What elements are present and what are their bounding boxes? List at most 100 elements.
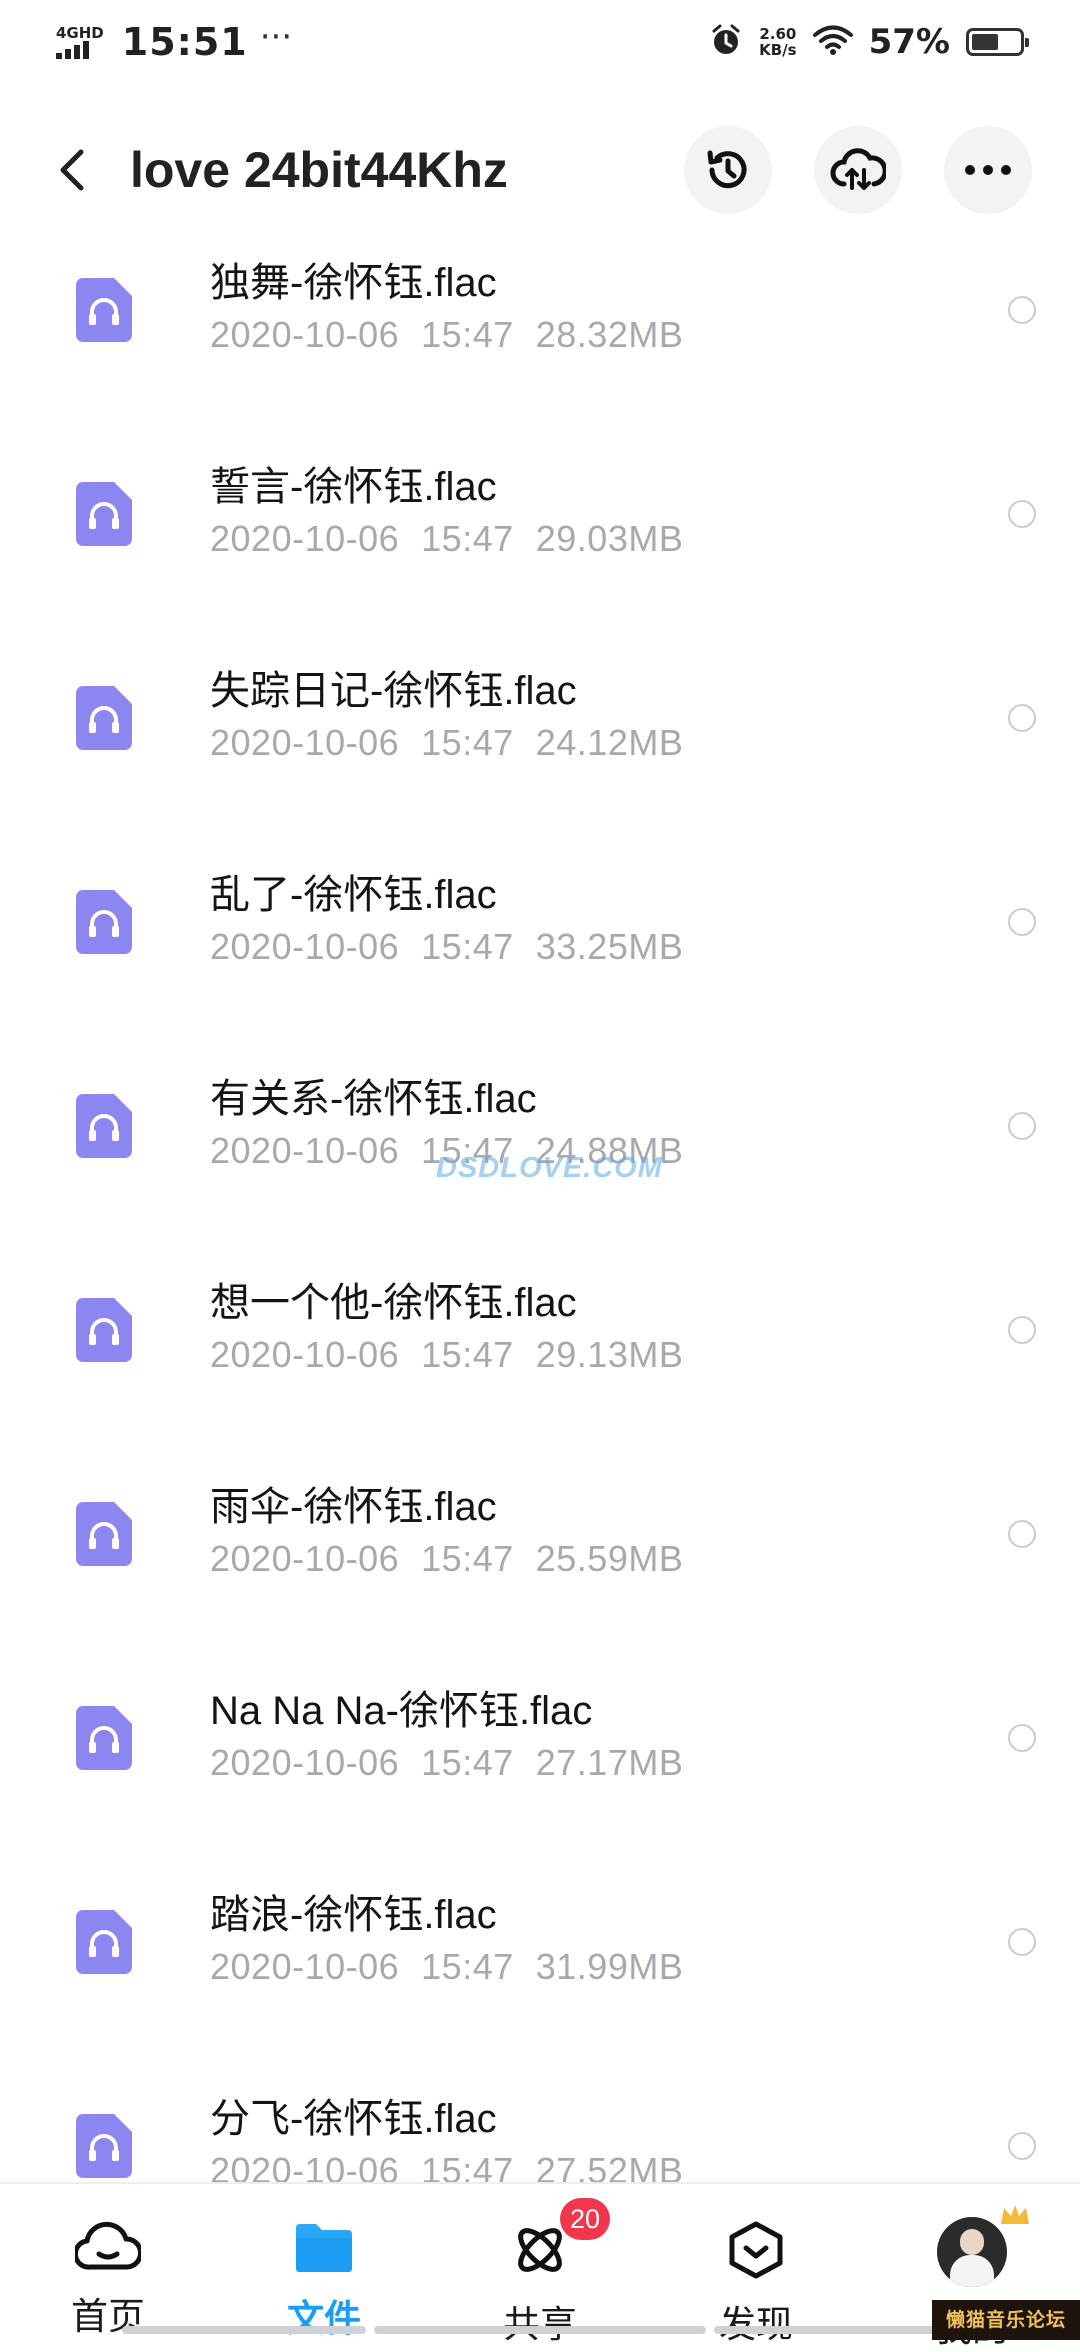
file-time: 15:47 <box>421 518 514 559</box>
file-time: 15:47 <box>421 1538 514 1579</box>
file-date: 2020-10-06 <box>210 926 400 967</box>
file-size: 24.12MB <box>535 722 684 763</box>
audio-file-icon <box>76 890 132 954</box>
file-row[interactable]: 独舞-徐怀钰.flac 2020-10-06 15:47 28.32MB <box>0 232 1080 432</box>
file-meta: 2020-10-06 15:47 24.12MB <box>210 722 683 764</box>
more-icon <box>965 165 1011 175</box>
select-radio[interactable] <box>1008 1724 1036 1752</box>
clock: 15:51 <box>121 20 248 64</box>
file-name: 踏浪-徐怀钰.flac <box>210 1893 497 1937</box>
home-cloud-icon <box>75 2220 141 2272</box>
file-name: 独舞-徐怀钰.flac <box>210 261 497 305</box>
file-size: 28.32MB <box>535 314 684 355</box>
page-title: love 24bit44Khz <box>130 142 508 198</box>
file-size: 27.52MB <box>535 2150 684 2182</box>
file-meta: 2020-10-06 15:47 25.59MB <box>210 1538 683 1580</box>
select-radio[interactable] <box>1008 500 1036 528</box>
file-name: Na Na Na-徐怀钰.flac <box>210 1689 593 1733</box>
back-button[interactable] <box>50 140 94 200</box>
file-row[interactable]: 想一个他-徐怀钰.flac 2020-10-06 15:47 29.13MB <box>0 1248 1080 1452</box>
select-radio[interactable] <box>1008 1520 1036 1548</box>
tab-files[interactable]: 文件 <box>216 2184 432 2340</box>
file-meta: 2020-10-06 15:47 28.32MB <box>210 314 683 356</box>
file-date: 2020-10-06 <box>210 722 400 763</box>
audio-file-icon <box>76 1502 132 1566</box>
file-row[interactable]: 雨伞-徐怀钰.flac 2020-10-06 15:47 25.59MB <box>0 1452 1080 1656</box>
audio-file-icon <box>76 482 132 546</box>
network-type: 4GHD <box>56 24 104 42</box>
file-name: 分飞-徐怀钰.flac <box>210 2097 497 2141</box>
file-date: 2020-10-06 <box>210 1742 400 1783</box>
network-speed: 2.60 KB/s <box>759 25 797 59</box>
file-row[interactable]: 誓言-徐怀钰.flac 2020-10-06 15:47 29.03MB <box>0 432 1080 636</box>
file-row[interactable]: 失踪日记-徐怀钰.flac 2020-10-06 15:47 24.12MB <box>0 636 1080 840</box>
file-date: 2020-10-06 <box>210 314 400 355</box>
watermark: DSDLOVE.COM <box>436 1152 663 1184</box>
audio-file-icon <box>76 2114 132 2178</box>
file-meta: 2020-10-06 15:47 31.99MB <box>210 1946 683 1988</box>
file-size: 25.59MB <box>535 1538 684 1579</box>
more-options-button[interactable] <box>944 126 1032 214</box>
select-radio[interactable] <box>1008 1112 1036 1140</box>
tab-home[interactable]: 首页 <box>0 2184 216 2340</box>
file-name: 失踪日记-徐怀钰.flac <box>210 669 577 713</box>
battery-icon <box>966 28 1029 56</box>
file-meta: 2020-10-06 15:47 33.25MB <box>210 926 683 968</box>
history-icon <box>707 150 747 189</box>
file-size: 33.25MB <box>535 926 684 967</box>
history-button[interactable] <box>684 126 772 214</box>
file-meta: 2020-10-06 15:47 27.17MB <box>210 1742 683 1784</box>
avatar <box>937 2217 1007 2287</box>
file-name: 乱了-徐怀钰.flac <box>210 873 497 917</box>
file-name: 有关系-徐怀钰.flac <box>210 1077 537 1121</box>
audio-file-icon <box>76 686 132 750</box>
notification-badge: 20 <box>560 2198 611 2240</box>
file-name: 想一个他-徐怀钰.flac <box>210 1281 577 1325</box>
cellular-signal-icon: 4GHD <box>56 25 104 59</box>
select-radio[interactable] <box>1008 1928 1036 1956</box>
file-time: 15:47 <box>421 1946 514 1987</box>
file-time: 15:47 <box>421 1742 514 1783</box>
status-bar: 4GHD 15:51 ··· 2.60 KB/s 57% <box>0 0 1080 84</box>
file-date: 2020-10-06 <box>210 1946 400 1987</box>
file-meta: 2020-10-06 15:47 29.03MB <box>210 518 683 560</box>
cloud-transfer-button[interactable] <box>814 126 902 214</box>
file-row[interactable]: 乱了-徐怀钰.flac 2020-10-06 15:47 33.25MB <box>0 840 1080 1044</box>
file-row[interactable]: 分飞-徐怀钰.flac 2020-10-06 15:47 27.52MB <box>0 2064 1080 2182</box>
file-date: 2020-10-06 <box>210 518 400 559</box>
file-time: 15:47 <box>421 314 514 355</box>
file-date: 2020-10-06 <box>210 1538 400 1579</box>
share-orbit-icon <box>510 2220 570 2280</box>
file-row[interactable]: 踏浪-徐怀钰.flac 2020-10-06 15:47 31.99MB <box>0 1860 1080 2064</box>
audio-file-icon <box>76 1094 132 1158</box>
file-row[interactable]: 有关系-徐怀钰.flac 2020-10-06 15:47 24.88MB <box>0 1044 1080 1248</box>
file-time: 15:47 <box>421 2150 514 2182</box>
audio-file-icon <box>76 278 132 342</box>
chevron-left-icon <box>60 149 84 191</box>
crown-icon <box>998 2202 1032 2232</box>
audio-file-icon <box>76 1910 132 1974</box>
gesture-bar <box>122 2326 366 2334</box>
gesture-bar <box>714 2326 958 2334</box>
forum-watermark-stamp: 懒猫音乐论坛 <box>932 2300 1080 2340</box>
alarm-icon <box>709 23 743 61</box>
select-radio[interactable] <box>1008 908 1036 936</box>
file-row[interactable]: Na Na Na-徐怀钰.flac 2020-10-06 15:47 27.17MB <box>0 1656 1080 1860</box>
file-size: 27.17MB <box>535 1742 684 1783</box>
file-date: 2020-10-06 <box>210 2150 400 2182</box>
top-bar: love 24bit44Khz <box>0 110 1080 230</box>
tab-share[interactable]: 共享 20 <box>432 2184 648 2346</box>
select-radio[interactable] <box>1008 2132 1036 2160</box>
folder-icon <box>292 2220 356 2274</box>
select-radio[interactable] <box>1008 296 1036 324</box>
file-name: 雨伞-徐怀钰.flac <box>210 1485 497 1529</box>
file-date: 2020-10-06 <box>210 1130 400 1171</box>
tab-discover[interactable]: 发现 <box>648 2184 864 2346</box>
discover-box-icon <box>727 2220 785 2280</box>
select-radio[interactable] <box>1008 1316 1036 1344</box>
file-time: 15:47 <box>421 1334 514 1375</box>
select-radio[interactable] <box>1008 704 1036 732</box>
bottom-tab-bar: 首页 文件 共享 20 发现 我的 <box>0 2182 1080 2350</box>
file-meta: 2020-10-06 15:47 29.13MB <box>210 1334 683 1376</box>
wifi-icon <box>812 24 853 60</box>
